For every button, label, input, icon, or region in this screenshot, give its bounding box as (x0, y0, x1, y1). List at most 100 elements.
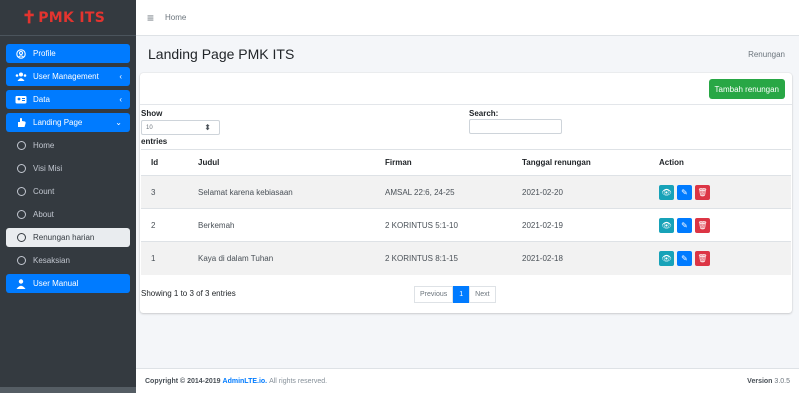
delete-button[interactable]: 🗑 (695, 250, 710, 266)
view-button[interactable]: 👁 (659, 250, 674, 266)
cell-tanggal: 2021-02-18 (512, 241, 649, 275)
sidebar-item-label: Home (33, 141, 55, 150)
cell-firman: 2 KORINTUS 8:1-15 (375, 241, 512, 275)
trash-icon: 🗑 (697, 253, 708, 263)
cell-id: 1 (141, 241, 188, 275)
sidebar-item-renungan-harian[interactable]: Renungan harian (6, 228, 130, 247)
edit-icon: ✎ (681, 187, 688, 197)
circle-icon (14, 141, 28, 150)
sidebar-item-home[interactable]: Home (6, 136, 130, 155)
trash-icon: 🗑 (697, 220, 708, 230)
sidebar-item-user-management[interactable]: User Management ‹ (6, 67, 130, 86)
hand-icon (14, 117, 28, 128)
cell-tanggal: 2021-02-19 (512, 208, 649, 242)
sidebar-item-label: Kesaksian (33, 256, 70, 265)
view-button[interactable]: 👁 (659, 217, 674, 233)
circle-icon (14, 164, 28, 173)
brand-logo[interactable]: ✝ PMK ITS (0, 0, 136, 36)
top-navbar: ≡ Home (136, 0, 799, 36)
sidebar-item-visi-misi[interactable]: Visi Misi (6, 159, 130, 178)
sidebar-item-about[interactable]: About (6, 205, 130, 224)
table-info: Showing 1 to 3 of 3 entries (141, 289, 236, 298)
sidebar-item-kesaksian[interactable]: Kesaksian (6, 251, 130, 270)
sidebar-item-landing-page[interactable]: Landing Page ⌄ (6, 113, 130, 132)
add-renungan-button[interactable]: Tambah renungan (708, 79, 785, 99)
cell-id: 3 (141, 175, 188, 209)
footer-adminlte-link[interactable]: AdminLTE.io. (223, 378, 268, 385)
table-row: 3 Selamat karena kebiasaan AMSAL 22:6, 2… (141, 175, 791, 209)
sidebar-item-label: About (33, 210, 54, 219)
sidebar-item-label: Count (33, 187, 55, 196)
brand-name: PMK ITS (38, 9, 106, 26)
cross-icon: ✝ (22, 8, 37, 27)
sidebar-item-label: Profile (33, 49, 56, 58)
sidebar-item-label: Landing Page (33, 118, 83, 127)
entries-label: entries (141, 137, 168, 146)
footer-version: Version 3.0.5 (747, 378, 790, 385)
cell-firman: 2 KORINTUS 5:1-10 (375, 208, 512, 242)
cell-tanggal: 2021-02-20 (512, 175, 649, 209)
pagination-page-1[interactable]: 1 (453, 286, 470, 303)
sidebar-item-label: User Manual (33, 279, 79, 288)
eye-icon: 👁 (661, 253, 672, 263)
sidebar-item-count[interactable]: Count (6, 182, 130, 201)
table-row: 1 Kaya di dalam Tuhan 2 KORINTUS 8:1-15 … (141, 241, 791, 275)
nav-link-home[interactable]: Home (165, 13, 186, 22)
footer-version-label: Version (747, 377, 773, 385)
circle-icon (14, 210, 28, 219)
pagination-next[interactable]: Next (469, 286, 496, 303)
table-row: 2 Berkemah 2 KORINTUS 5:1-10 2021-02-19 … (141, 208, 791, 242)
column-header-firman[interactable]: Firman (375, 149, 512, 176)
view-button[interactable]: 👁 (659, 184, 674, 200)
eye-icon: 👁 (661, 187, 672, 197)
card-header: Tambah renungan (140, 73, 792, 105)
users-icon (14, 72, 28, 81)
table-header-row: Id Judul Firman Tanggal renungan Action (141, 149, 791, 176)
user-circle-icon (14, 48, 28, 59)
circle-icon (14, 187, 28, 196)
renungan-table: Id Judul Firman Tanggal renungan Action … (141, 149, 791, 275)
cell-actions: 👁 ✎ 🗑 (649, 208, 791, 242)
hamburger-menu-icon[interactable]: ≡ (147, 11, 154, 25)
cell-judul: Berkemah (188, 208, 375, 242)
sidebar-item-user-manual[interactable]: User Manual (6, 274, 130, 293)
column-header-id[interactable]: Id (141, 149, 188, 176)
sidebar-nav: Profile User Management ‹ Data ‹ Landing… (0, 36, 136, 293)
sidebar-scrollbar[interactable] (0, 387, 136, 393)
sidebar-item-data[interactable]: Data ‹ (6, 90, 130, 109)
pagination-previous[interactable]: Previous (414, 286, 454, 303)
user-tie-icon (14, 95, 28, 104)
chevron-down-icon: ⌄ (115, 118, 122, 127)
sidebar: ✝ PMK ITS Profile User Management ‹ Data… (0, 0, 136, 393)
delete-button[interactable]: 🗑 (695, 217, 710, 233)
pagination: Previous 1 Next (414, 286, 496, 303)
edit-button[interactable]: ✎ (677, 250, 692, 266)
sidebar-item-label: Data (33, 95, 50, 104)
column-header-action: Action (649, 149, 791, 176)
sidebar-item-label: Renungan harian (33, 233, 95, 242)
footer-version-number: 3.0.5 (774, 377, 790, 385)
user-manual-icon (14, 278, 28, 289)
select-caret-icon: ⬍ (204, 123, 211, 132)
search-input[interactable] (469, 119, 562, 134)
chevron-left-icon: ‹ (119, 95, 122, 104)
sidebar-item-profile[interactable]: Profile (6, 44, 130, 63)
footer: Copyright © 2014-2019 AdminLTE.io. All r… (136, 368, 799, 393)
sidebar-item-label: Visi Misi (33, 164, 63, 173)
chevron-left-icon: ‹ (119, 72, 122, 81)
footer-copyright: Copyright © 2014-2019 (145, 377, 221, 385)
column-header-tanggal[interactable]: Tanggal renungan (512, 149, 649, 176)
show-label: Show (141, 109, 163, 118)
entries-length-select[interactable]: 10 ⬍ (141, 120, 220, 135)
cell-judul: Kaya di dalam Tuhan (188, 241, 375, 275)
edit-button[interactable]: ✎ (677, 184, 692, 200)
sidebar-item-label: User Management (33, 72, 99, 81)
edit-icon: ✎ (681, 253, 688, 263)
cell-id: 2 (141, 208, 188, 242)
trash-icon: 🗑 (697, 187, 708, 197)
column-header-judul[interactable]: Judul (188, 149, 375, 176)
delete-button[interactable]: 🗑 (695, 184, 710, 200)
edit-icon: ✎ (681, 220, 688, 230)
renungan-card: Tambah renungan Show 10 ⬍ entries Search… (140, 73, 792, 313)
edit-button[interactable]: ✎ (677, 217, 692, 233)
